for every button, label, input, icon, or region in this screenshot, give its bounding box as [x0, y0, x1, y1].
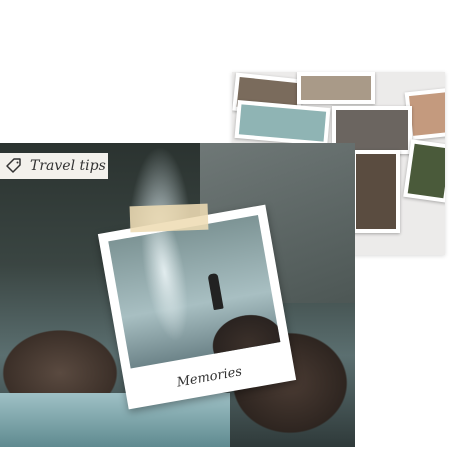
travel-tips-tag[interactable]: Travel tips [0, 153, 108, 179]
water [0, 393, 230, 447]
tag-icon [6, 158, 21, 173]
collage-photo [297, 72, 375, 104]
polaroid-photo: Memories [97, 204, 297, 410]
collage-photo [403, 139, 445, 203]
hiker [207, 272, 224, 311]
tag-label: Travel tips [30, 158, 106, 174]
collage-photo [352, 150, 400, 233]
collage-photo [234, 100, 331, 146]
hiker-photo [108, 215, 281, 369]
tape [129, 203, 209, 233]
